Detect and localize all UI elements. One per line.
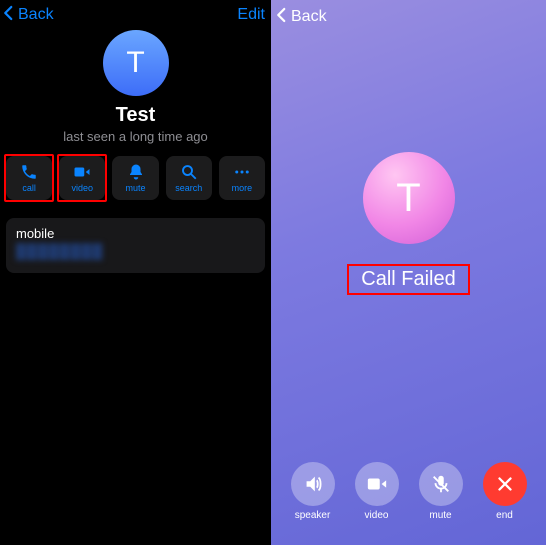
chevron-left-icon	[273, 6, 291, 29]
mute-label: mute	[429, 510, 451, 521]
call-back-label: Back	[291, 8, 327, 26]
speaker-label: speaker	[295, 510, 331, 521]
mute-action[interactable]: mute	[112, 156, 158, 200]
back-label: Back	[18, 6, 54, 24]
more-action[interactable]: more	[219, 156, 265, 200]
more-action-label: more	[232, 183, 253, 193]
mobile-field[interactable]: mobile ████████	[6, 218, 265, 273]
call-avatar: T	[363, 152, 455, 244]
search-action-label: search	[175, 183, 202, 193]
call-screen-pane: Back T Call Failed speaker	[271, 0, 546, 545]
chevron-left-icon	[0, 4, 18, 27]
close-icon	[494, 473, 516, 495]
phone-icon	[20, 163, 38, 181]
back-button[interactable]: Back	[0, 4, 54, 27]
mobile-field-value: ████████	[16, 243, 103, 259]
avatar-letter: T	[126, 46, 144, 80]
contact-name: Test	[116, 104, 156, 127]
mute-button[interactable]	[419, 462, 463, 506]
call-nav-bar: Back	[271, 0, 546, 34]
contact-status: last seen a long time ago	[63, 129, 208, 144]
mute-action-label: mute	[126, 183, 146, 193]
video-action-label: video	[72, 183, 94, 193]
microphone-off-icon	[430, 473, 452, 495]
call-action[interactable]: call	[6, 156, 52, 200]
nav-bar: Back Edit	[0, 0, 271, 30]
call-status-text: Call Failed	[353, 266, 463, 293]
call-action-label: call	[22, 183, 36, 193]
end-label: end	[496, 510, 513, 521]
search-action[interactable]: search	[166, 156, 212, 200]
more-icon	[233, 163, 251, 181]
bell-icon	[127, 163, 145, 181]
speaker-icon	[302, 473, 324, 495]
speaker-button[interactable]	[291, 462, 335, 506]
video-icon	[73, 163, 91, 181]
edit-button[interactable]: Edit	[237, 6, 269, 24]
call-back-button[interactable]: Back	[271, 6, 327, 29]
video-button[interactable]	[355, 462, 399, 506]
call-action-row: speaker video mute	[271, 462, 546, 521]
video-icon	[366, 473, 388, 495]
contact-profile-pane: Back Edit T Test last seen a long time a…	[0, 0, 271, 545]
call-avatar-letter: T	[396, 176, 420, 221]
end-call-button[interactable]	[483, 462, 527, 506]
search-icon	[180, 163, 198, 181]
video-label: video	[365, 510, 389, 521]
mobile-field-label: mobile	[16, 226, 255, 241]
action-row: call video mute search	[6, 156, 265, 200]
contact-avatar[interactable]: T	[103, 30, 169, 96]
video-action[interactable]: video	[59, 156, 105, 200]
